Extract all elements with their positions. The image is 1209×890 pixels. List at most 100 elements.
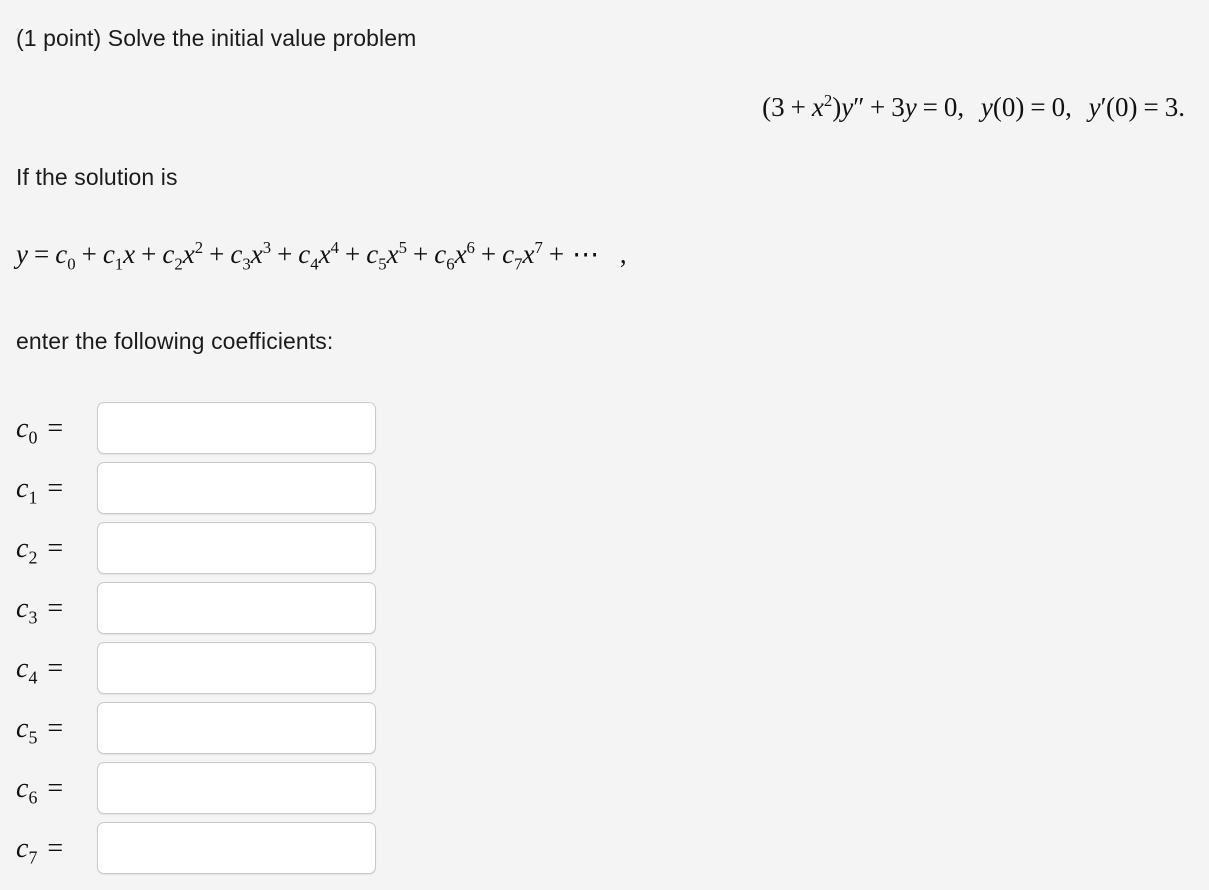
coefficient-label-c2: c2 = [16,533,90,567]
series-c-index-3: 3 [242,254,251,274]
coefficient-equals-c2: = [47,533,64,564]
series-x-power-6: 6 [466,238,475,257]
problem-page: (1 point) Solve the initial value proble… [0,0,1209,890]
series-plus-last: + [548,239,565,269]
coefficient-row: c0 = [0,402,400,462]
series-plus-7: + [480,239,497,269]
series-trailing-comma: , [619,239,627,269]
coefficient-symbol-c3: c [16,593,29,624]
series-lhs: y [16,239,28,269]
ivp-rhs: 0 [943,92,958,122]
coefficient-equals-c4: = [47,653,64,684]
coefficient-label-c1: c1 = [16,473,90,507]
ivp-y-symbol-4: y [1088,92,1101,122]
coefficient-row: c7 = [0,822,400,882]
coefficient-input-c2[interactable] [97,522,376,574]
coefficient-input-c4[interactable] [97,642,376,694]
coefficient-label-c3: c3 = [16,593,90,627]
coefficient-input-c0[interactable] [97,402,376,454]
coefficient-row: c5 = [0,702,400,762]
coefficient-input-c6[interactable] [97,762,376,814]
coefficient-row: c4 = [0,642,400,702]
ivp-comma-2: , [1065,92,1072,122]
ivp-y-symbol-3: y [980,92,993,122]
ivp-ic-y-arg: 0 [1001,92,1016,122]
ivp-open-paren: ( [762,92,772,122]
series-c-symbol-6: c [434,239,447,269]
series-terms: c0 + c1x + c2x2 + c3x3 + c4x4 + c5x5 + c6x6 + c7x7 [55,238,543,272]
series-plus-6: + [412,239,429,269]
series-plus-5: + [345,239,361,269]
coefficient-equals-c5: = [47,713,64,744]
coefficient-symbol-c5: c [16,713,29,744]
series-equation: y = c0 + c1x + c2x2 + c3x3 + c4x4 + c5x5 + c6x6 + c7x7 + ⋯… [16,238,627,272]
ivp-equation: (3 + x2)y″ +3y = 0, y(0) = 0, y′(0) = 3. [762,92,1185,123]
series-x-symbol-3: x [250,239,263,269]
series-x-symbol-5: x [386,239,399,269]
coefficient-input-c7[interactable] [97,822,376,874]
coefficient-equals-c6: = [47,773,64,804]
series-c-index-1: 1 [114,254,124,274]
series-c-symbol-5: c [366,239,379,269]
ivp-ic-y-value: 0 [1051,92,1066,122]
coefficient-symbol-c0: c [16,413,29,444]
if-solution-text: If the solution is [16,164,178,190]
series-c-index-5: 5 [378,254,387,274]
enter-coefficients-text: enter the following coefficients: [16,328,334,354]
ivp-ic-y-open: ( [992,92,1002,122]
coefficient-equals-c3: = [47,593,64,624]
problem-prompt: (1 point) Solve the initial value proble… [16,25,417,51]
coefficient-symbol-c4: c [16,653,29,684]
series-plus-2: + [141,239,157,269]
coefficient-label-c4: c4 = [16,653,90,687]
ivp-x-power: 2 [823,91,833,110]
series-x-symbol-1: x [123,239,136,269]
ivp-ic-yp-open: ( [1106,92,1116,122]
series-x-power-5: 5 [398,238,407,257]
series-x-power-2: 2 [194,238,204,257]
coefficient-symbol-c1: c [16,473,29,504]
series-c-index-2: 2 [174,254,183,274]
coefficient-label-c6: c6 = [16,773,90,807]
coefficient-symbol-c2: c [16,533,29,564]
coefficient-row: c6 = [0,762,400,822]
series-c-index-0: 0 [67,254,76,274]
coefficient-input-c5[interactable] [97,702,376,754]
series-c-symbol-3: c [230,239,243,269]
coefficient-label-c7: c7 = [16,833,90,867]
ivp-ic-yp-close: ) [1128,92,1138,122]
coefficient-input-c1[interactable] [97,462,376,514]
series-x-symbol-2: x [182,239,195,269]
coefficient-answer-list: c0 = c1 = c2 = c3 = c4 = c5 = c6 = c7 = [0,402,400,882]
series-x-power-7: 7 [534,238,543,257]
coefficient-symbol-c6: c [16,773,29,804]
ivp-x-symbol: x [811,92,824,122]
coefficient-row: c2 = [0,522,400,582]
series-x-symbol-6: x [454,239,467,269]
ivp-close-paren: ) [832,92,842,122]
ivp-ic-yp-value: 3 [1164,92,1179,122]
series-x-symbol-7: x [522,239,535,269]
coefficient-label-c0: c0 = [16,413,90,447]
ivp-y-coefficient: 3 [891,92,905,122]
series-c-symbol-4: c [298,239,311,269]
coefficient-symbol-c7: c [16,833,29,864]
series-x-symbol-4: x [318,239,331,269]
ivp-period: . [1178,92,1185,122]
ivp-plus-2: + [869,92,886,122]
series-c-index-7: 7 [514,254,523,274]
series-plus-1: + [81,239,97,269]
series-c-index-4: 4 [310,254,319,274]
series-x-power-3: 3 [262,238,272,257]
series-x-power-4: 4 [330,238,340,257]
ivp-y-symbol-2: y [904,92,917,122]
coefficient-row: c3 = [0,582,400,642]
series-c-symbol-0: c [55,239,68,269]
ivp-y-symbol-1: y [841,92,854,122]
series-c-symbol-2: c [162,239,175,269]
series-plus-3: + [209,239,225,269]
series-c-index-6: 6 [446,254,455,274]
coefficient-input-c3[interactable] [97,582,376,634]
series-c-symbol-1: c [102,239,115,269]
ivp-equals-2: = [1030,92,1046,122]
